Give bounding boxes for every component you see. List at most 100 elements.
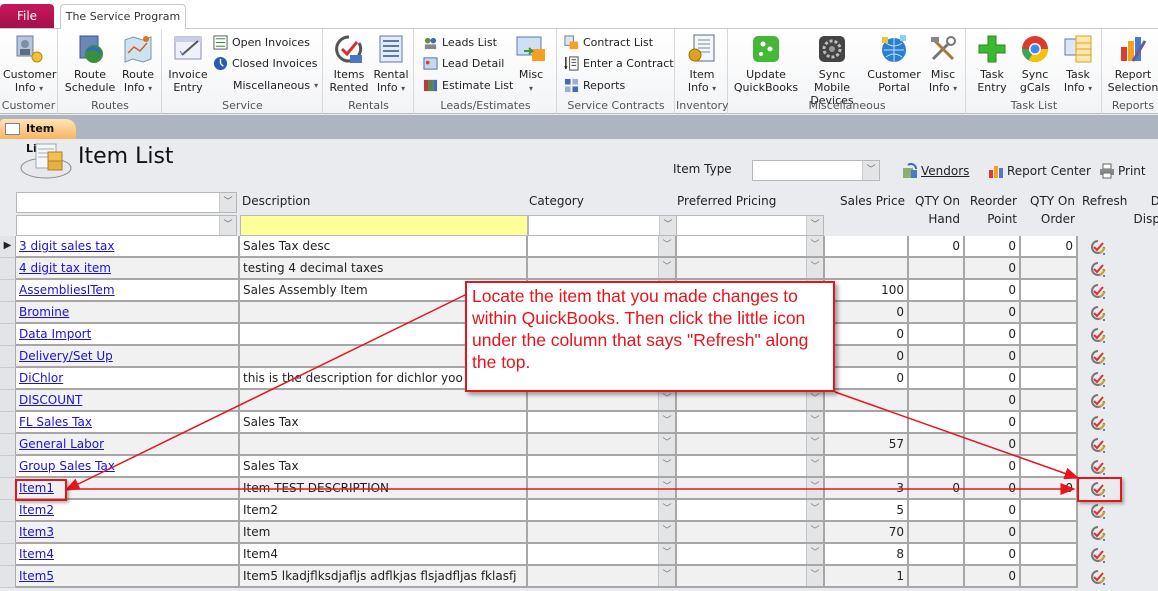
cell-sales-price[interactable]: 100: [825, 280, 909, 302]
cell-name[interactable]: FL Sales Tax: [16, 412, 240, 434]
document-tab-item-list[interactable]: Item List: [0, 119, 76, 155]
cell-sales-price[interactable]: [825, 456, 909, 478]
chevron-down-icon[interactable]: ﹀: [658, 500, 675, 520]
refresh-button[interactable]: [1082, 500, 1118, 522]
cell-reorder[interactable]: 0: [965, 456, 1021, 478]
cell-category[interactable]: ﹀: [528, 566, 677, 588]
refresh-button[interactable]: [1082, 522, 1118, 544]
cell-name[interactable]: AssembliesITem: [16, 280, 240, 302]
item-name-link[interactable]: Item2: [19, 503, 54, 517]
cell-qty-on-order[interactable]: [1021, 258, 1078, 280]
cell-name[interactable]: Item3: [16, 522, 240, 544]
cell-qty-on-hand[interactable]: [909, 412, 965, 434]
cell-name[interactable]: DISCOUNT: [16, 390, 240, 412]
chevron-down-icon[interactable]: ﹀: [659, 216, 676, 235]
cell-reorder[interactable]: 0: [965, 434, 1021, 456]
file-tab[interactable]: File: [0, 4, 54, 28]
record-selector[interactable]: [0, 456, 16, 478]
cell-qty-on-hand[interactable]: [909, 280, 965, 302]
refresh-button[interactable]: [1082, 280, 1118, 302]
cell-sales-price[interactable]: 0: [825, 324, 909, 346]
record-selector[interactable]: [0, 544, 16, 566]
chevron-down-icon[interactable]: ﹀: [806, 522, 823, 542]
cell-description[interactable]: Item2: [240, 500, 528, 522]
cell-qty-on-order[interactable]: 0: [1021, 236, 1078, 258]
item-info-button[interactable]: Item Info ▾: [680, 33, 724, 95]
update-quickbooks-button[interactable]: Update QuickBooks: [733, 33, 799, 94]
table-row[interactable]: Item1 Item TEST DESCRIPTION ﹀ ﹀ 3 0 0 0: [0, 478, 1158, 500]
category-filter-select[interactable]: ﹀: [528, 215, 677, 236]
refresh-button[interactable]: [1082, 346, 1118, 368]
cell-qty-on-order[interactable]: [1021, 280, 1078, 302]
chevron-down-icon[interactable]: ﹀: [806, 566, 823, 586]
cell-qty-on-hand[interactable]: [909, 522, 965, 544]
route-schedule-button[interactable]: Route Schedule: [64, 33, 116, 94]
contract-reports-button[interactable]: Reports: [564, 76, 625, 94]
cell-reorder[interactable]: 0: [965, 236, 1021, 258]
sync-gcals-button[interactable]: Sync gCals: [1015, 33, 1055, 94]
cell-reorder[interactable]: 0: [965, 368, 1021, 390]
chevron-down-icon[interactable]: ﹀: [658, 390, 675, 410]
cell-qty-on-hand[interactable]: [909, 500, 965, 522]
refresh-button[interactable]: [1082, 258, 1118, 280]
cell-qty-on-hand[interactable]: [909, 302, 965, 324]
chevron-down-icon[interactable]: ﹀: [219, 216, 236, 235]
cell-preferred-pricing[interactable]: ﹀: [677, 478, 825, 500]
leads-list-button[interactable]: Leads List: [423, 33, 497, 51]
chevron-down-icon[interactable]: ﹀: [658, 236, 675, 256]
cell-qty-on-hand[interactable]: [909, 368, 965, 390]
cell-reorder[interactable]: 0: [965, 258, 1021, 280]
description-filter-input[interactable]: [240, 215, 528, 236]
cell-description[interactable]: Item: [240, 522, 528, 544]
cell-reorder[interactable]: 0: [965, 566, 1021, 588]
cell-name[interactable]: Item5: [16, 566, 240, 588]
cell-qty-on-hand[interactable]: 0: [909, 478, 965, 500]
cell-reorder[interactable]: 0: [965, 390, 1021, 412]
chevron-down-icon[interactable]: ﹀: [658, 412, 675, 432]
record-selector[interactable]: [0, 346, 16, 368]
cell-sales-price[interactable]: 57: [825, 434, 909, 456]
cell-preferred-pricing[interactable]: ﹀: [677, 544, 825, 566]
cell-preferred-pricing[interactable]: ﹀: [677, 236, 825, 258]
report-center-button[interactable]: Report Center: [988, 163, 1091, 179]
cell-preferred-pricing[interactable]: ﹀: [677, 390, 825, 412]
cell-description[interactable]: Sales Tax: [240, 412, 528, 434]
cell-reorder[interactable]: 0: [965, 346, 1021, 368]
table-row[interactable]: Item5 Item5 lkadjflksdjafljs adflkjas fls…: [0, 566, 1158, 588]
tab-the-service-program[interactable]: The Service Program: [60, 4, 186, 29]
route-info-button[interactable]: Route Info ▾: [117, 33, 159, 95]
cell-description[interactable]: Sales Tax desc: [240, 236, 528, 258]
miscellaneous-service-button[interactable]: Miscellaneous ▾: [233, 76, 318, 94]
cell-name[interactable]: Item2: [16, 500, 240, 522]
refresh-button[interactable]: [1082, 390, 1118, 412]
cell-reorder[interactable]: 0: [965, 500, 1021, 522]
chevron-down-icon[interactable]: ﹀: [806, 434, 823, 454]
cell-qty-on-hand[interactable]: [909, 390, 965, 412]
record-selector[interactable]: [0, 302, 16, 324]
cell-reorder[interactable]: 0: [965, 478, 1021, 500]
chevron-down-icon[interactable]: ﹀: [806, 390, 823, 410]
cell-sales-price[interactable]: 70: [825, 522, 909, 544]
cell-sales-price[interactable]: 5: [825, 500, 909, 522]
cell-qty-on-order[interactable]: 0: [1021, 478, 1078, 500]
cell-preferred-pricing[interactable]: ﹀: [677, 434, 825, 456]
item-name-link[interactable]: FL Sales Tax: [19, 415, 92, 429]
record-selector[interactable]: [0, 324, 16, 346]
refresh-button[interactable]: [1082, 544, 1118, 566]
cell-preferred-pricing[interactable]: ﹀: [677, 258, 825, 280]
table-row[interactable]: Item4 Item4 ﹀ ﹀ 8 0: [0, 544, 1158, 566]
closed-invoices-button[interactable]: Closed Invoices: [213, 54, 318, 72]
table-row[interactable]: FL Sales Tax Sales Tax ﹀ ﹀ 0: [0, 412, 1158, 434]
item-type-select[interactable]: ﹀: [752, 160, 880, 181]
record-selector[interactable]: [0, 566, 16, 588]
cell-sales-price[interactable]: [825, 258, 909, 280]
refresh-button[interactable]: [1082, 412, 1118, 434]
cell-category[interactable]: ﹀: [528, 412, 677, 434]
item-name-link[interactable]: General Labor: [19, 437, 104, 451]
chevron-down-icon[interactable]: ﹀: [806, 478, 823, 498]
cell-qty-on-order[interactable]: [1021, 390, 1078, 412]
chevron-down-icon[interactable]: ﹀: [806, 456, 823, 476]
item-name-link[interactable]: Data Import: [19, 327, 91, 341]
record-selector[interactable]: ▶: [0, 236, 16, 258]
chevron-down-icon[interactable]: ﹀: [219, 193, 236, 212]
